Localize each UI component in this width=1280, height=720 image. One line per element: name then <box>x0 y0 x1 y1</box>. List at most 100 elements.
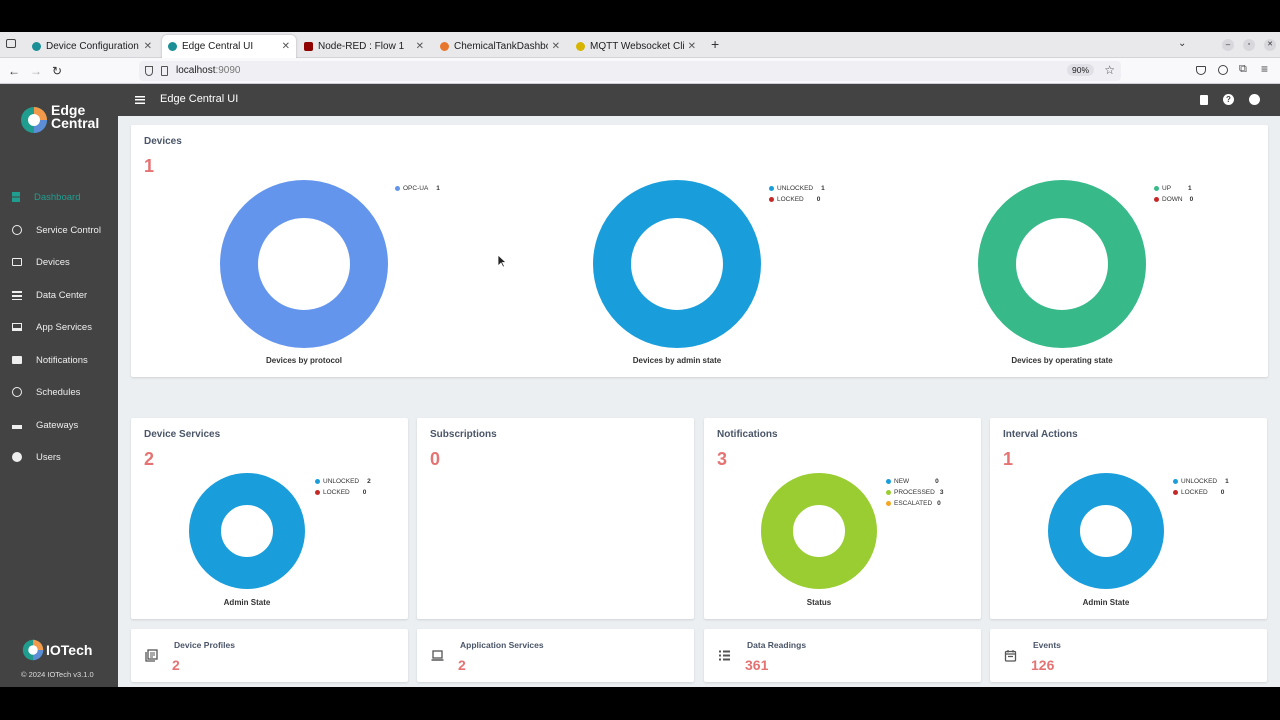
maximize-icon[interactable]: ▫ <box>1243 39 1255 51</box>
legend-item[interactable]: OPC-UA 1 <box>395 183 440 194</box>
sidebar-item-schedules[interactable]: Schedules <box>0 380 118 404</box>
legend-item[interactable]: LOCKED 0 <box>769 194 825 205</box>
menu-icon[interactable]: ≡ <box>1261 62 1268 76</box>
page-icon <box>161 66 168 76</box>
donut-chart-operating-state[interactable] <box>977 179 1147 349</box>
legend-dot <box>886 490 891 495</box>
sidebar: Edge Central Dashboard Service Control D… <box>0 84 118 687</box>
address-bar[interactable]: localhost:9090 90% ☆ <box>139 61 1121 81</box>
legend-item[interactable]: ESCALATED 0 <box>886 498 943 509</box>
app-logo: Edge Central <box>20 102 100 136</box>
hamburger-menu-icon[interactable] <box>135 96 145 104</box>
events-stat-card[interactable]: Events 126 <box>990 629 1267 682</box>
dashboard-icon <box>12 192 20 202</box>
notifications-title: Notifications <box>717 429 778 440</box>
stat-value: 361 <box>745 657 769 673</box>
devices-count[interactable]: 1 <box>144 156 154 177</box>
tab-overview-icon[interactable] <box>6 39 16 48</box>
page-title: Edge Central UI <box>160 93 239 105</box>
sidebar-item-app-services[interactable]: App Services <box>0 315 118 339</box>
legend-item[interactable]: LOCKED 0 <box>1173 487 1229 498</box>
footer-copyright: © 2024 IOTech v3.1.0 <box>21 670 94 679</box>
back-icon[interactable]: ← <box>8 63 20 79</box>
forward-icon[interactable]: → <box>30 63 42 79</box>
stat-value: 126 <box>1031 657 1055 673</box>
device-services-title: Device Services <box>144 429 221 440</box>
legend-item[interactable]: LOCKED 0 <box>315 487 371 498</box>
account-icon[interactable] <box>1218 65 1228 75</box>
sidebar-item-dashboard[interactable]: Dashboard <box>0 185 118 209</box>
donut-chart-notifications[interactable] <box>759 471 879 591</box>
close-icon[interactable]: ✕ <box>282 41 290 52</box>
zoom-level[interactable]: 90% <box>1066 64 1094 76</box>
chart-caption: Admin State <box>1082 598 1130 607</box>
device-services-card: Device Services 2 UNLOCKED 2 LOCKED 0 Admi… <box>131 418 408 619</box>
list-icon <box>719 650 730 661</box>
notifications-count[interactable]: 3 <box>717 449 727 470</box>
subscriptions-card: Subscriptions 0 <box>417 418 694 619</box>
help-icon[interactable]: ? <box>1223 94 1234 105</box>
minimize-icon[interactable]: – <box>1222 39 1234 51</box>
subscriptions-count[interactable]: 0 <box>430 449 440 470</box>
nav-bar: ← → ↻ localhost:9090 90% ☆ ⧉ ≡ <box>0 58 1280 84</box>
donut-chart-admin-state[interactable] <box>592 179 762 349</box>
pocket-icon[interactable] <box>1196 66 1206 75</box>
donut-chart-interval-actions[interactable] <box>1046 471 1166 591</box>
star-icon[interactable]: ☆ <box>1104 63 1115 77</box>
device-services-count[interactable]: 2 <box>144 449 154 470</box>
subscriptions-title: Subscriptions <box>430 429 497 440</box>
close-icon[interactable]: ✕ <box>144 41 152 52</box>
legend-item[interactable]: UNLOCKED 1 <box>769 183 825 194</box>
legend-item[interactable]: UP 1 <box>1154 183 1193 194</box>
donut-chart-protocol[interactable] <box>219 179 389 349</box>
close-window-icon[interactable]: ✕ <box>1264 39 1276 51</box>
application-services-stat-card[interactable]: Application Services 2 <box>417 629 694 682</box>
stat-label: Data Readings <box>747 640 807 650</box>
extensions-icon[interactable]: ⧉ <box>1239 63 1247 76</box>
close-icon[interactable]: ✕ <box>552 41 560 52</box>
legend-dot <box>769 186 774 191</box>
sidebar-item-service-control[interactable]: Service Control <box>0 218 118 242</box>
device-profiles-stat-card[interactable]: Device Profiles 2 <box>131 629 408 682</box>
legend-item[interactable]: UNLOCKED 2 <box>315 476 371 487</box>
mouse-cursor-icon <box>497 254 507 268</box>
sidebar-item-gateways[interactable]: Gateways <box>0 413 118 437</box>
router-icon <box>12 421 22 429</box>
tab-favicon-icon <box>304 42 313 51</box>
clock-icon <box>12 387 22 397</box>
reload-icon[interactable]: ↻ <box>52 63 62 79</box>
donut-chart-device-services[interactable] <box>187 471 307 591</box>
gauge-icon <box>12 225 22 235</box>
legend-item[interactable]: DOWN 0 <box>1154 194 1193 205</box>
tab-edge-central-ui[interactable]: Edge Central UI ✕ <box>162 35 296 58</box>
sidebar-item-users[interactable]: Users <box>0 445 118 469</box>
document-icon[interactable] <box>1200 95 1208 105</box>
sidebar-item-notifications[interactable]: Notifications <box>0 348 118 372</box>
close-icon[interactable]: ✕ <box>688 41 696 52</box>
chevron-down-icon[interactable]: ⌄ <box>1178 38 1186 49</box>
legend-admin-state: UNLOCKED 1 LOCKED 0 <box>769 183 825 205</box>
legend-dot <box>769 197 774 202</box>
legend-item[interactable]: NEW 0 <box>886 476 943 487</box>
legend-interval-actions: UNLOCKED 1 LOCKED 0 <box>1173 476 1229 498</box>
new-tab-icon[interactable]: + <box>711 37 719 51</box>
user-icon <box>12 452 22 462</box>
sidebar-item-devices[interactable]: Devices <box>0 250 118 274</box>
interval-actions-count[interactable]: 1 <box>1003 449 1013 470</box>
account-circle-icon[interactable] <box>1249 94 1260 105</box>
footer-logo: IOTech <box>22 639 112 663</box>
tab-device-configuration[interactable]: Device Configuration Tool✕ <box>26 35 158 58</box>
tab-mqtt-websocket-client[interactable]: MQTT Websocket Client✕ <box>570 35 702 58</box>
close-icon[interactable]: ✕ <box>416 41 424 52</box>
devices-icon <box>12 258 22 266</box>
tab-node-red[interactable]: Node-RED : Flow 1 ✕ <box>298 35 430 58</box>
data-readings-stat-card[interactable]: Data Readings 361 <box>704 629 981 682</box>
legend-item[interactable]: PROCESSED 3 <box>886 487 943 498</box>
legend-dot <box>886 479 891 484</box>
app-header: Edge Central UI ? <box>118 84 1280 116</box>
legend-notifications: NEW 0 PROCESSED 3 ESCALATED 0 <box>886 476 943 509</box>
legend-item[interactable]: UNLOCKED 1 <box>1173 476 1229 487</box>
tab-chemical-tank-dashboard[interactable]: ChemicalTankDashboard✕ <box>434 35 566 58</box>
logo-text: Edge Central <box>51 102 100 131</box>
sidebar-item-data-center[interactable]: Data Center <box>0 283 118 307</box>
